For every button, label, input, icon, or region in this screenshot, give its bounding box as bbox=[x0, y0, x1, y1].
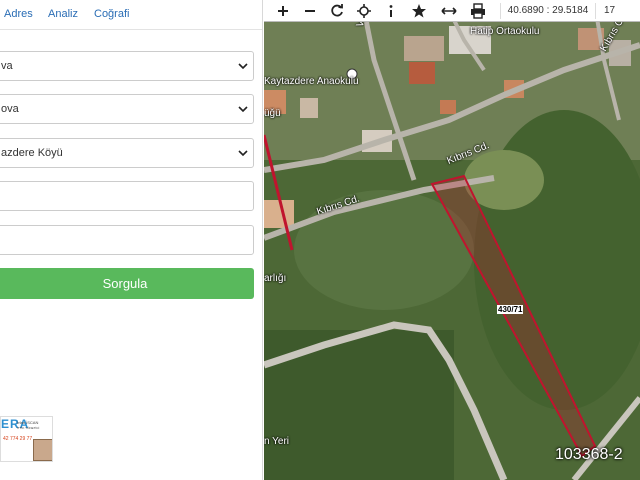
sorgula-button[interactable]: Sorgula bbox=[0, 268, 254, 299]
parcel-number-label: 430/71 bbox=[497, 305, 524, 314]
info-icon[interactable] bbox=[382, 2, 400, 20]
chevron-down-icon bbox=[238, 150, 248, 157]
refresh-icon[interactable] bbox=[328, 2, 346, 20]
label-partial: n Yeri bbox=[264, 436, 290, 447]
reference-code: 103368-2 bbox=[555, 446, 623, 463]
map-view[interactable]: Hatip Ortaokulu Kaytazdere Anaokulu Kıbr… bbox=[264, 0, 640, 480]
label-partial: arlığı bbox=[264, 273, 287, 284]
tab-bar: Adres Analiz Coğrafi bbox=[0, 0, 262, 30]
crosshair-icon[interactable] bbox=[355, 2, 373, 20]
chevron-down-icon bbox=[238, 106, 248, 113]
ad-title: İTTİK YÖNETİCİ bbox=[17, 426, 40, 430]
plus-icon[interactable] bbox=[274, 2, 292, 20]
ilce-select-value: ova bbox=[1, 103, 19, 115]
il-select[interactable]: va bbox=[0, 51, 254, 81]
measure-icon[interactable] bbox=[440, 2, 458, 20]
label-kindergarten: Kaytazdere Anaokulu bbox=[264, 76, 359, 87]
star-icon[interactable] bbox=[410, 2, 428, 20]
mahalle-select[interactable]: azdere Köyü bbox=[0, 138, 254, 168]
house-photo bbox=[33, 439, 52, 461]
satellite-imagery bbox=[264, 0, 640, 480]
label-school: Hatip Ortaokulu bbox=[470, 26, 540, 37]
print-icon[interactable] bbox=[469, 2, 487, 20]
parsel-input[interactable] bbox=[0, 225, 254, 255]
ilce-select[interactable]: ova bbox=[0, 94, 254, 124]
coordinate-readout: 40.6890 : 29.5184 bbox=[500, 3, 596, 19]
tab-analiz[interactable]: Analiz bbox=[48, 8, 78, 20]
map-toolbar: 40.6890 : 29.5184 17 bbox=[264, 0, 640, 22]
tab-cografi[interactable]: Coğrafi bbox=[94, 8, 129, 20]
query-panel: Adres Analiz Coğrafi va ova azdere Köyü … bbox=[0, 0, 263, 480]
minus-icon[interactable] bbox=[301, 2, 319, 20]
realtor-ad-card[interactable]: ERA İrfan İSCAN İTTİK YÖNETİCİ 42 774 29… bbox=[0, 416, 53, 462]
ada-input[interactable] bbox=[0, 181, 254, 211]
tab-adres[interactable]: Adres bbox=[4, 8, 33, 20]
zoom-level: 17 bbox=[604, 5, 616, 16]
label-partial: üğü bbox=[264, 108, 281, 119]
ad-name: İrfan İSCAN bbox=[17, 420, 39, 425]
chevron-down-icon bbox=[238, 63, 248, 70]
mahalle-select-value: azdere Köyü bbox=[1, 147, 63, 159]
ad-phone: 42 774 29 77 bbox=[3, 436, 33, 442]
il-select-value: va bbox=[1, 60, 13, 72]
